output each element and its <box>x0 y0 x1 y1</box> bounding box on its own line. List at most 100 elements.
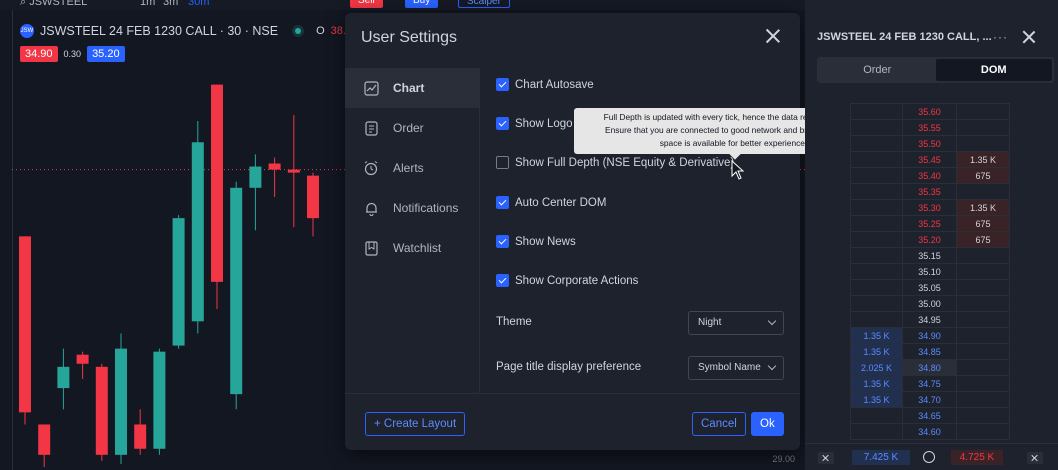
ladder-row[interactable]: 2.025 K 34.80 <box>850 360 1010 376</box>
checkbox-checked[interactable] <box>496 78 509 91</box>
ladder-row[interactable]: 35.00 <box>850 296 1010 312</box>
option-auto-center-dom[interactable]: Auto Center DOM <box>496 196 606 209</box>
candle-down[interactable] <box>268 163 281 170</box>
center-target-icon[interactable] <box>923 451 935 463</box>
ladder-bid-cell[interactable] <box>850 248 903 264</box>
create-layout-button[interactable]: + Create Layout <box>365 412 466 436</box>
ladder-ask-cell[interactable] <box>957 376 1010 392</box>
ladder-bid-cell[interactable] <box>850 408 903 424</box>
ladder-ask-cell[interactable] <box>957 296 1010 312</box>
ladder-bid-cell[interactable] <box>850 184 903 200</box>
ladder-bid-cell[interactable] <box>850 264 903 280</box>
ladder-ask-cell[interactable]: 675 <box>957 232 1010 248</box>
symbol-search-button[interactable]: ⌕ JSWSTEEL <box>20 0 87 9</box>
candle-down[interactable] <box>76 354 89 364</box>
ladder-row[interactable]: 1.35 K 34.70 <box>850 392 1010 408</box>
option-chart-autosave[interactable]: Chart Autosave <box>496 78 594 91</box>
ladder-bid-cell[interactable] <box>850 280 903 296</box>
ladder-ask-cell[interactable] <box>957 344 1010 360</box>
ladder-bid-cell[interactable] <box>850 216 903 232</box>
ladder-bid-cell[interactable] <box>850 152 903 168</box>
option-show-full-depth[interactable]: Show Full Depth (NSE Equity & Derivative… <box>496 156 734 169</box>
bid-price-tag[interactable]: 34.90 <box>20 46 58 62</box>
ladder-row[interactable]: 35.15 <box>850 248 1010 264</box>
ladder-row[interactable]: 35.45 1.35 K <box>850 152 1010 168</box>
sidebar-item-watchlist[interactable]: Watchlist <box>345 228 479 268</box>
ladder-bid-cell[interactable]: 1.35 K <box>850 392 903 408</box>
ladder-ask-cell[interactable]: 675 <box>957 168 1010 184</box>
checkbox-checked[interactable] <box>496 274 509 287</box>
more-options-icon[interactable]: ··· <box>993 30 1008 44</box>
ladder-ask-cell[interactable] <box>957 248 1010 264</box>
ladder-bid-cell[interactable] <box>850 168 903 184</box>
ladder-bid-cell[interactable] <box>850 200 903 216</box>
ladder-row[interactable]: 35.30 1.35 K <box>850 200 1010 216</box>
ladder-ask-cell[interactable] <box>957 280 1010 296</box>
ladder-bid-cell[interactable]: 1.35 K <box>850 328 903 344</box>
candle-down[interactable] <box>38 424 51 455</box>
ladder-row[interactable]: 34.60 <box>850 424 1010 440</box>
scalper-button[interactable]: Scalper <box>458 0 510 8</box>
depth-ladder[interactable]: 35.60 35.55 35.50 35.45 1.35 K 35.40 675 35.35 3… <box>850 103 1010 440</box>
tab-dom[interactable]: DOM <box>935 59 1052 81</box>
candle-down[interactable] <box>287 169 300 173</box>
sell-button[interactable]: Sell <box>350 0 383 8</box>
ladder-ask-cell[interactable] <box>957 120 1010 136</box>
candle-down[interactable] <box>19 236 31 413</box>
checkbox-checked[interactable] <box>496 196 509 209</box>
ladder-row[interactable]: 35.60 <box>850 104 1010 120</box>
ladder-bid-cell[interactable] <box>850 120 903 136</box>
tab-order[interactable]: Order <box>819 59 936 81</box>
candle-up[interactable] <box>57 366 70 389</box>
ok-button[interactable]: Ok <box>751 412 784 436</box>
ladder-row[interactable]: 34.65 <box>850 408 1010 424</box>
ladder-ask-cell[interactable] <box>957 408 1010 424</box>
sidebar-item-alerts[interactable]: Alerts <box>345 148 479 188</box>
ladder-bid-cell[interactable] <box>850 312 903 328</box>
ladder-bid-cell[interactable]: 1.35 K <box>850 344 903 360</box>
candle-up[interactable] <box>115 348 127 455</box>
cancel-bids-icon[interactable] <box>818 452 834 464</box>
ladder-ask-cell[interactable] <box>957 104 1010 120</box>
interval-1m[interactable]: 1m <box>140 0 155 8</box>
ladder-bid-cell[interactable] <box>850 296 903 312</box>
ladder-ask-cell[interactable] <box>957 424 1010 440</box>
candle-up[interactable] <box>230 187 243 395</box>
ladder-ask-cell[interactable]: 1.35 K <box>957 152 1010 168</box>
ladder-ask-cell[interactable] <box>957 392 1010 408</box>
ladder-ask-cell[interactable]: 1.35 K <box>957 200 1010 216</box>
ladder-ask-cell[interactable] <box>957 184 1010 200</box>
candle-up[interactable] <box>172 218 185 346</box>
ladder-row[interactable]: 35.35 <box>850 184 1010 200</box>
ladder-bid-cell[interactable]: 1.35 K <box>850 376 903 392</box>
ladder-ask-cell[interactable] <box>957 264 1010 280</box>
ladder-bid-cell[interactable] <box>850 424 903 440</box>
ladder-ask-cell[interactable] <box>957 360 1010 376</box>
ladder-row[interactable]: 34.95 <box>850 312 1010 328</box>
candle-down[interactable] <box>134 424 147 449</box>
checkbox-checked[interactable] <box>496 117 509 130</box>
option-show-news[interactable]: Show News <box>496 235 576 248</box>
ladder-row[interactable]: 35.25 675 <box>850 216 1010 232</box>
ladder-row[interactable]: 35.50 <box>850 136 1010 152</box>
ladder-row[interactable]: 35.05 <box>850 280 1010 296</box>
interval-3m[interactable]: 3m <box>163 0 178 8</box>
ladder-row[interactable]: 1.35 K 34.85 <box>850 344 1010 360</box>
option-show-corporate-actions[interactable]: Show Corporate Actions <box>496 274 638 287</box>
cancel-button[interactable]: Cancel <box>692 412 746 436</box>
ladder-ask-cell[interactable] <box>957 328 1010 344</box>
ladder-bid-cell[interactable] <box>850 104 903 120</box>
candle-down[interactable] <box>95 366 108 455</box>
ladder-bid-cell[interactable] <box>850 136 903 152</box>
sidebar-item-notifications[interactable]: Notifications <box>345 188 479 228</box>
ladder-row[interactable]: 1.35 K 34.75 <box>850 376 1010 392</box>
sidebar-item-order[interactable]: Order <box>345 108 479 148</box>
candle-down[interactable] <box>307 175 319 219</box>
ladder-row[interactable]: 35.20 675 <box>850 232 1010 248</box>
ladder-row[interactable]: 35.40 675 <box>850 168 1010 184</box>
ladder-ask-cell[interactable]: 675 <box>957 216 1010 232</box>
cancel-asks-icon[interactable] <box>1027 452 1043 464</box>
checkbox-checked[interactable] <box>496 235 509 248</box>
title-pref-select[interactable]: Symbol Name <box>688 356 784 380</box>
interval-30m[interactable]: 30m <box>188 0 209 8</box>
